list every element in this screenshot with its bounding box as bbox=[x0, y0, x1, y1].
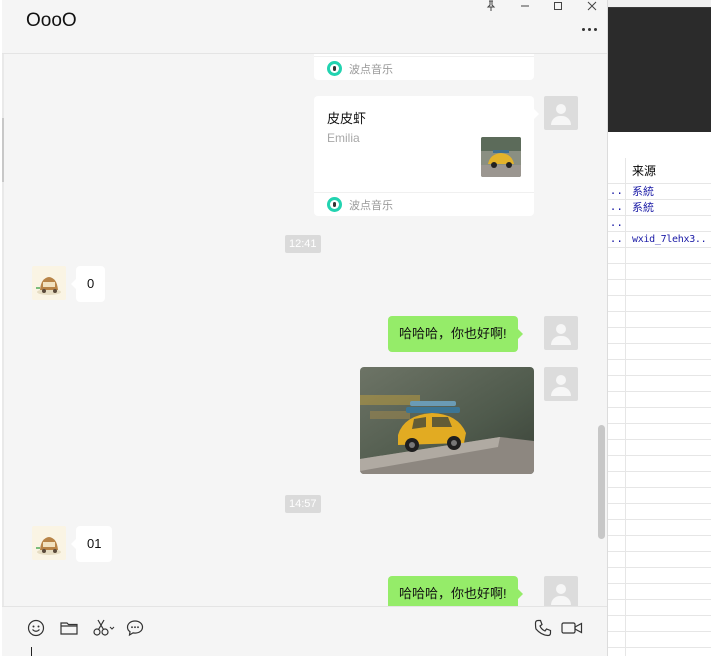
music-card-footer: 波点音乐 bbox=[314, 192, 534, 216]
music-app-icon bbox=[327, 197, 342, 212]
grid-row[interactable]: .. bbox=[607, 216, 711, 232]
music-card[interactable]: 皮皮虾 Emilia 波点音乐 bbox=[314, 96, 539, 216]
grid-header-source: 来源 bbox=[632, 164, 657, 178]
message-composer[interactable] bbox=[2, 606, 607, 656]
chat-history-icon bbox=[126, 620, 144, 637]
music-app-icon bbox=[327, 61, 342, 76]
grid-row[interactable] bbox=[607, 376, 711, 392]
grid-row[interactable] bbox=[607, 552, 711, 568]
grid-row[interactable]: .. wxid_7lehx3.. bbox=[607, 232, 711, 248]
grid-row[interactable] bbox=[607, 296, 711, 312]
pin-button[interactable] bbox=[476, 0, 506, 12]
sent-message[interactable]: 哈哈哈，你也好啊! bbox=[388, 316, 523, 352]
grid-row[interactable] bbox=[607, 312, 711, 328]
grid-row[interactable] bbox=[607, 504, 711, 520]
screen: 来源 .. 系統 .. 系統 .. .. wxid_7lehx3.. OooO … bbox=[0, 0, 711, 656]
music-card[interactable]: 波点音乐 bbox=[314, 54, 534, 80]
grid-row[interactable]: .. 系統 bbox=[607, 184, 711, 200]
chat-title: OooO bbox=[26, 10, 77, 31]
grid-row[interactable] bbox=[607, 248, 711, 264]
grid-row[interactable] bbox=[607, 264, 711, 280]
maximize-icon bbox=[554, 2, 562, 10]
received-message[interactable]: 0 bbox=[70, 266, 106, 302]
message-timestamp: 12:41 bbox=[285, 235, 321, 253]
grid-row[interactable] bbox=[607, 392, 711, 408]
grid-row[interactable] bbox=[607, 424, 711, 440]
grid-row[interactable] bbox=[607, 584, 711, 600]
chat-window: OooO 波点音乐 皮皮虾 Emilia 波点音乐 12:41 0 哈哈哈，你也… bbox=[2, 0, 608, 656]
my-avatar[interactable] bbox=[544, 367, 578, 401]
received-message[interactable]: 01 bbox=[70, 526, 113, 562]
song-artist: Emilia bbox=[327, 131, 360, 145]
grid-row[interactable] bbox=[607, 632, 711, 648]
message-scrollbar[interactable] bbox=[598, 425, 605, 539]
emoji-icon bbox=[27, 619, 45, 637]
message-list[interactable]: 波点音乐 皮皮虾 Emilia 波点音乐 12:41 0 哈哈哈，你也好啊! 1… bbox=[2, 54, 607, 606]
grid-row[interactable]: .. 系統 bbox=[607, 200, 711, 216]
grid-row[interactable] bbox=[607, 648, 711, 656]
text-input-caret[interactable] bbox=[31, 647, 32, 656]
minimize-button[interactable] bbox=[510, 0, 540, 12]
grid-row[interactable] bbox=[607, 328, 711, 344]
grid-row[interactable] bbox=[607, 536, 711, 552]
grid-row[interactable] bbox=[607, 360, 711, 376]
grid-row[interactable] bbox=[607, 568, 711, 584]
emoji-button[interactable] bbox=[25, 617, 47, 639]
grid-row[interactable] bbox=[607, 488, 711, 504]
my-avatar[interactable] bbox=[544, 576, 578, 606]
sent-message[interactable]: 哈哈哈，你也好啊! bbox=[388, 576, 523, 606]
voice-call-button[interactable] bbox=[532, 617, 554, 639]
video-icon bbox=[561, 622, 583, 634]
my-avatar[interactable] bbox=[544, 316, 578, 350]
more-dots-icon bbox=[581, 27, 585, 31]
music-card-footer: 波点音乐 bbox=[314, 56, 534, 80]
grid-row[interactable] bbox=[607, 600, 711, 616]
message-timestamp: 14:57 bbox=[285, 495, 321, 513]
song-cover-thumbnail bbox=[481, 137, 521, 177]
more-options-button[interactable] bbox=[577, 22, 601, 36]
my-avatar[interactable] bbox=[544, 96, 578, 130]
grid-row[interactable] bbox=[607, 616, 711, 632]
grid-row[interactable] bbox=[607, 456, 711, 472]
grid-row[interactable] bbox=[607, 440, 711, 456]
grid-header-row: 来源 bbox=[607, 158, 711, 184]
grid-row[interactable] bbox=[607, 472, 711, 488]
phone-icon bbox=[534, 619, 552, 637]
sent-image[interactable] bbox=[360, 367, 534, 474]
send-file-button[interactable] bbox=[58, 617, 80, 639]
scissors-icon bbox=[93, 619, 115, 636]
pin-icon bbox=[486, 0, 496, 11]
contact-avatar[interactable] bbox=[32, 266, 66, 300]
close-icon bbox=[587, 1, 597, 11]
background-app-window: 来源 .. 系統 .. 系統 .. .. wxid_7lehx3.. bbox=[607, 0, 711, 656]
background-data-grid: 来源 .. 系統 .. 系統 .. .. wxid_7lehx3.. bbox=[607, 158, 711, 656]
grid-row[interactable] bbox=[607, 344, 711, 360]
maximize-button[interactable] bbox=[543, 0, 573, 12]
background-app-toolbar bbox=[607, 0, 711, 8]
screenshot-button[interactable] bbox=[91, 617, 117, 639]
background-app-dark-panel bbox=[607, 8, 711, 132]
close-button[interactable] bbox=[577, 0, 607, 12]
minimize-icon bbox=[521, 5, 529, 7]
grid-row[interactable] bbox=[607, 520, 711, 536]
music-source-label: 波点音乐 bbox=[349, 63, 393, 76]
song-title: 皮皮虾 bbox=[327, 111, 367, 126]
chat-history-button[interactable] bbox=[124, 617, 146, 639]
chat-title-bar: OooO bbox=[2, 0, 607, 54]
video-call-button[interactable] bbox=[560, 617, 584, 639]
contact-avatar[interactable] bbox=[32, 526, 66, 560]
music-source-label: 波点音乐 bbox=[349, 199, 393, 212]
grid-row[interactable] bbox=[607, 280, 711, 296]
grid-row[interactable] bbox=[607, 408, 711, 424]
folder-icon bbox=[60, 622, 78, 635]
